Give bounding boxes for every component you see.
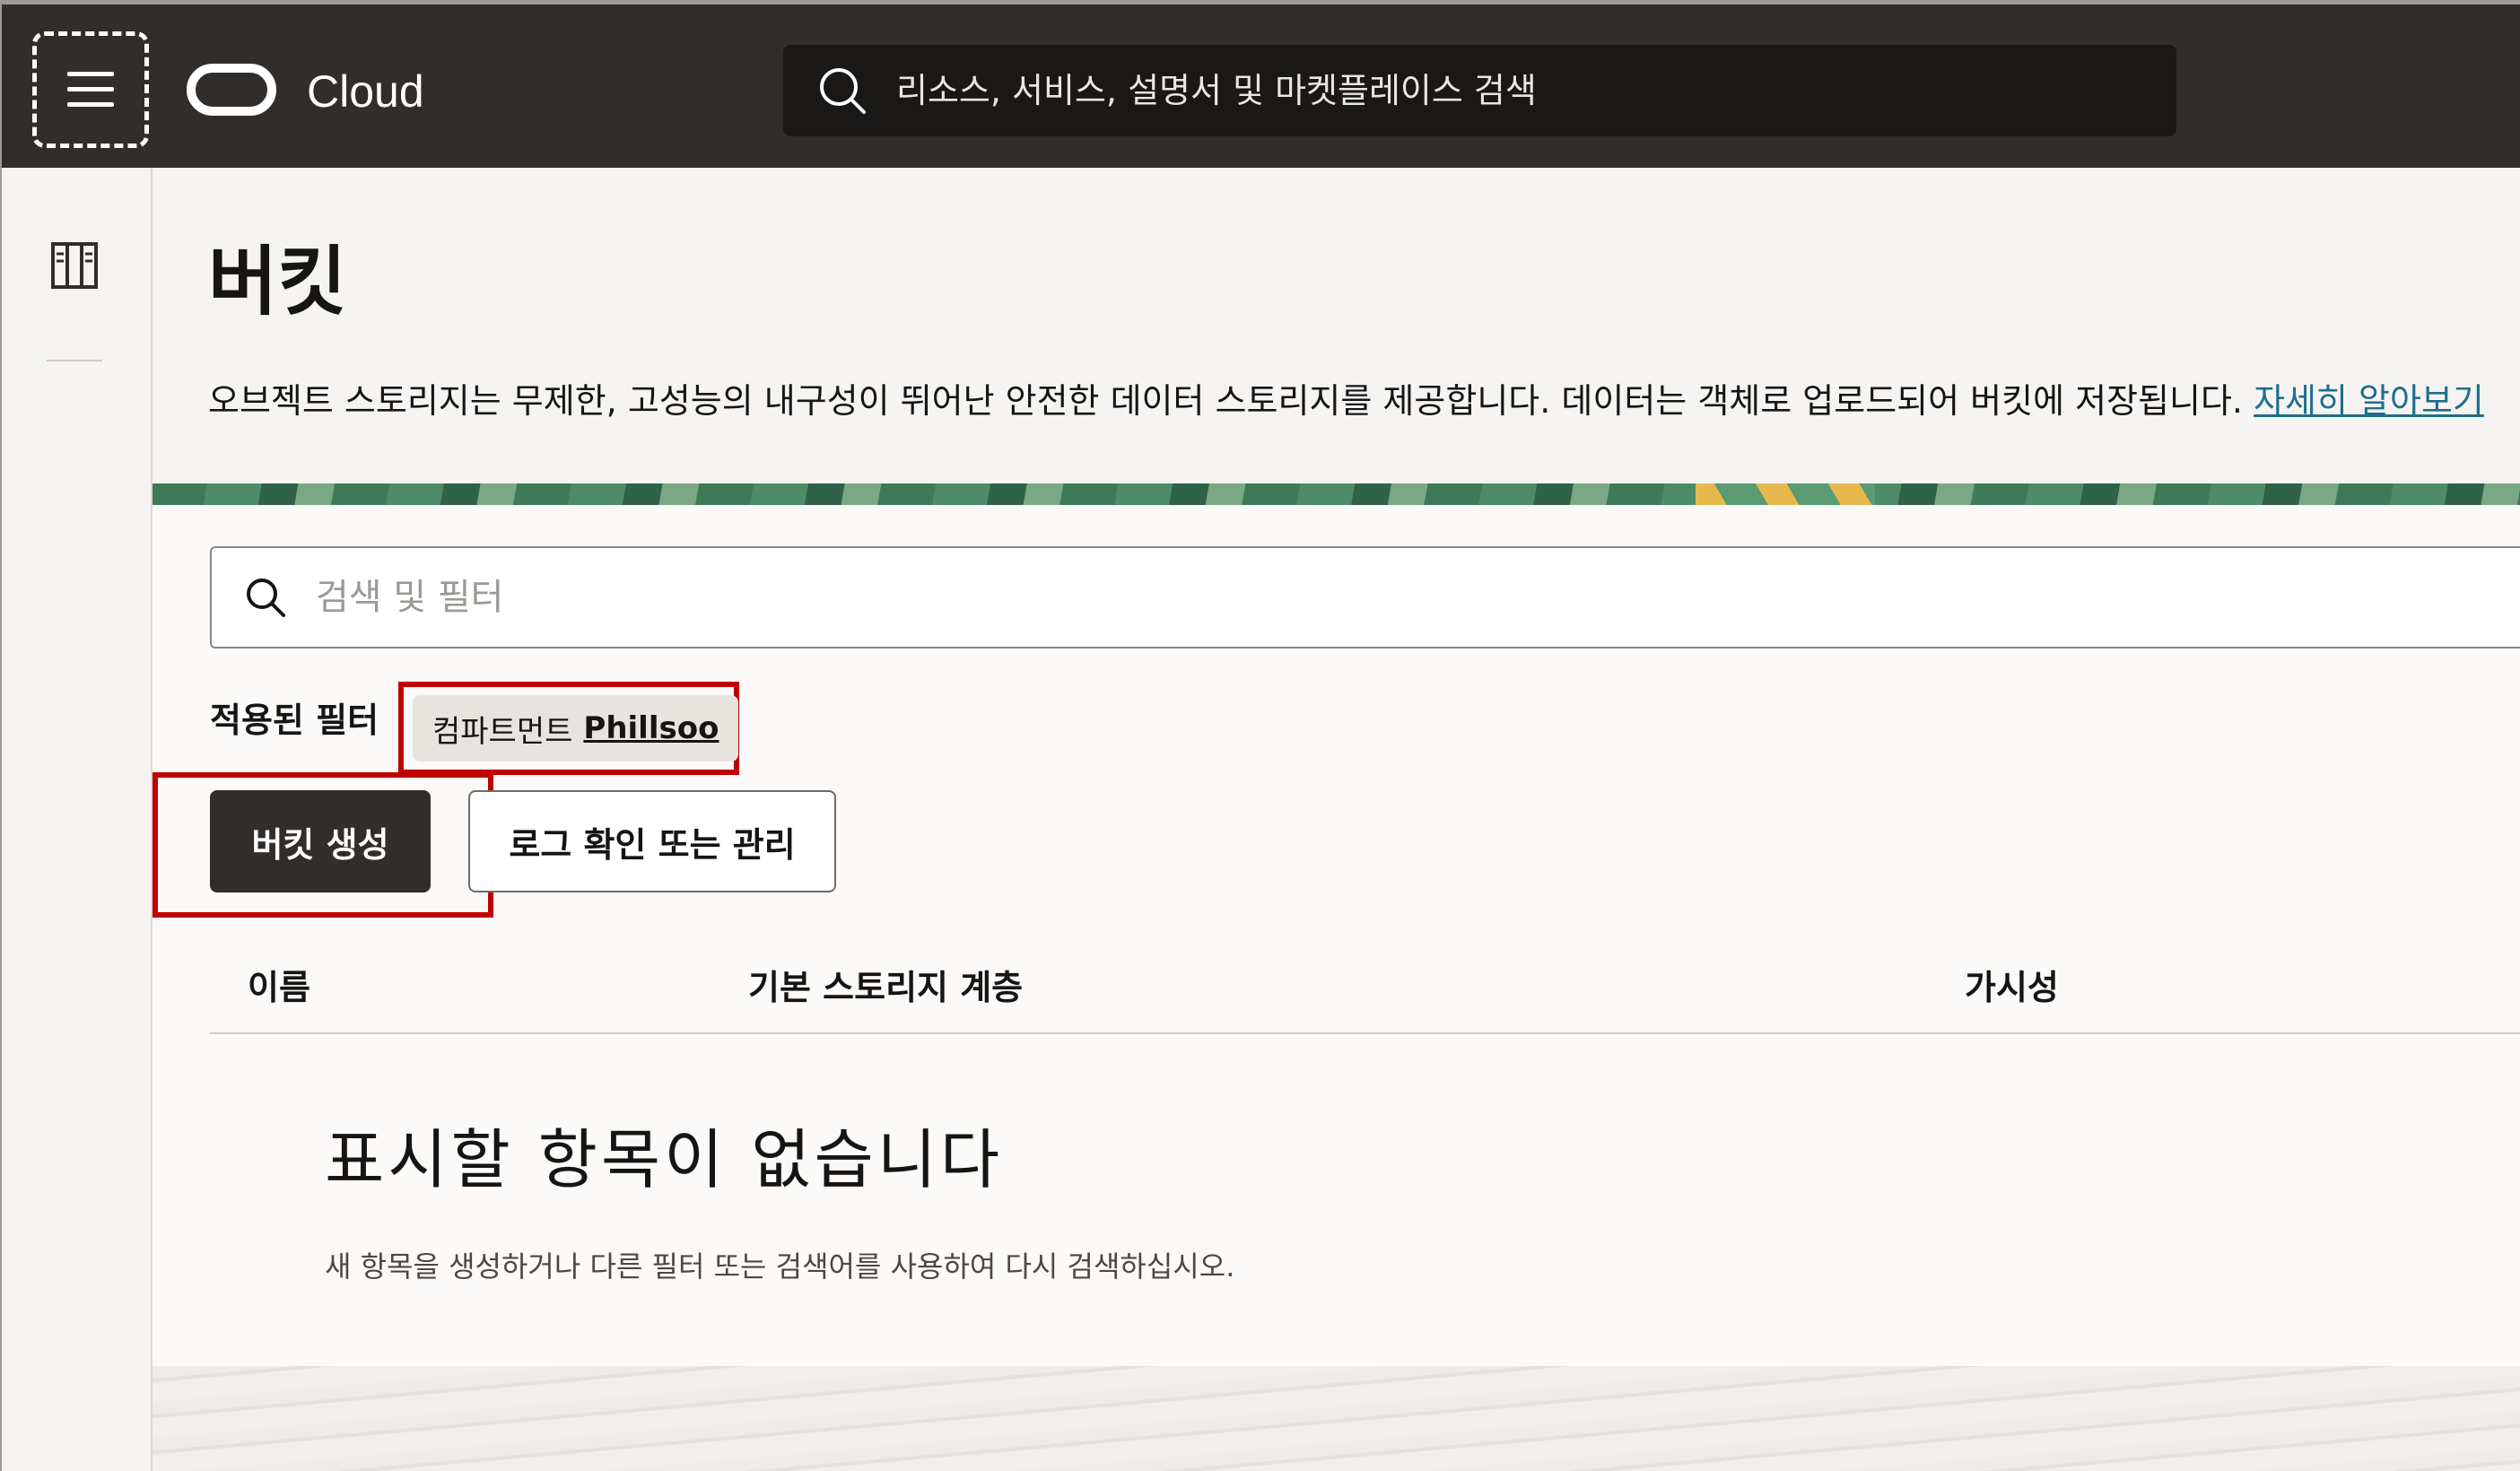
navigation-menu-button[interactable] [32,31,149,148]
page-title: 버킷 [208,238,347,326]
console-page: Cloud 리소스, 서비스, 설명서 및 마켓플레이스 검색 버킷 오브젝트 … [0,0,2520,1471]
column-header-name[interactable]: 이름 [248,962,310,1013]
content-panel: 적용된 필터 컴파트먼트 Phillsoo 버킷 생성 로그 확인 또는 관리 … [153,505,2520,1366]
browser-frame: Cloud 리소스, 서비스, 설명서 및 마켓플레이스 검색 버킷 오브젝트 … [0,0,2520,1471]
empty-state-description: 새 항목을 생성하거나 다른 필터 또는 검색어를 사용하여 다시 검색하십시오… [325,1249,1235,1284]
global-search-bar[interactable] [783,45,2176,136]
page-description: 오브젝트 스토리지는 무제한, 고성능의 내구성이 뛰어난 안전한 데이터 스토… [208,376,2484,426]
left-rail [2,168,153,1471]
rail-divider [47,360,102,361]
filter-search-input[interactable] [316,577,2379,618]
main-content: 버킷 오브젝트 스토리지는 무제한, 고성능의 내구성이 뛰어난 안전한 데이터… [153,168,2520,1471]
learn-more-link[interactable]: 자세히 알아보기 [2254,381,2484,421]
top-header: Cloud [2,4,2520,168]
view-logs-button[interactable]: 로그 확인 또는 관리 [468,790,836,892]
compartment-filter-chip[interactable]: 컴파트먼트 Phillsoo [413,695,739,762]
decorative-footer [153,1366,2520,1471]
brand-name[interactable]: Cloud [307,60,424,123]
panel-columns-icon[interactable] [50,241,99,290]
create-bucket-button[interactable]: 버킷 생성 [210,790,431,892]
column-header-visibility[interactable]: 가시성 [1965,962,2059,1013]
table-header: 이름 기본 스토리지 계층 가시성 [210,936,2520,1034]
search-icon [242,574,289,621]
global-search-input[interactable] [896,71,2062,110]
oracle-logo[interactable] [187,64,276,116]
chip-value[interactable]: Phillsoo [583,710,719,746]
chip-label: 컴파트먼트 [432,713,573,750]
filter-search-bar[interactable] [210,546,2520,648]
hamburger-icon [67,72,114,108]
empty-state-title: 표시할 항목이 없습니다 [325,1122,1004,1197]
decorative-banner [153,483,2520,505]
search-icon [815,64,869,118]
applied-filters-label: 적용된 필터 [210,701,379,740]
page-description-text: 오브젝트 스토리지는 무제한, 고성능의 내구성이 뛰어난 안전한 데이터 스토… [208,381,2243,421]
column-header-storage-tier[interactable]: 기본 스토리지 계층 [748,962,1023,1013]
